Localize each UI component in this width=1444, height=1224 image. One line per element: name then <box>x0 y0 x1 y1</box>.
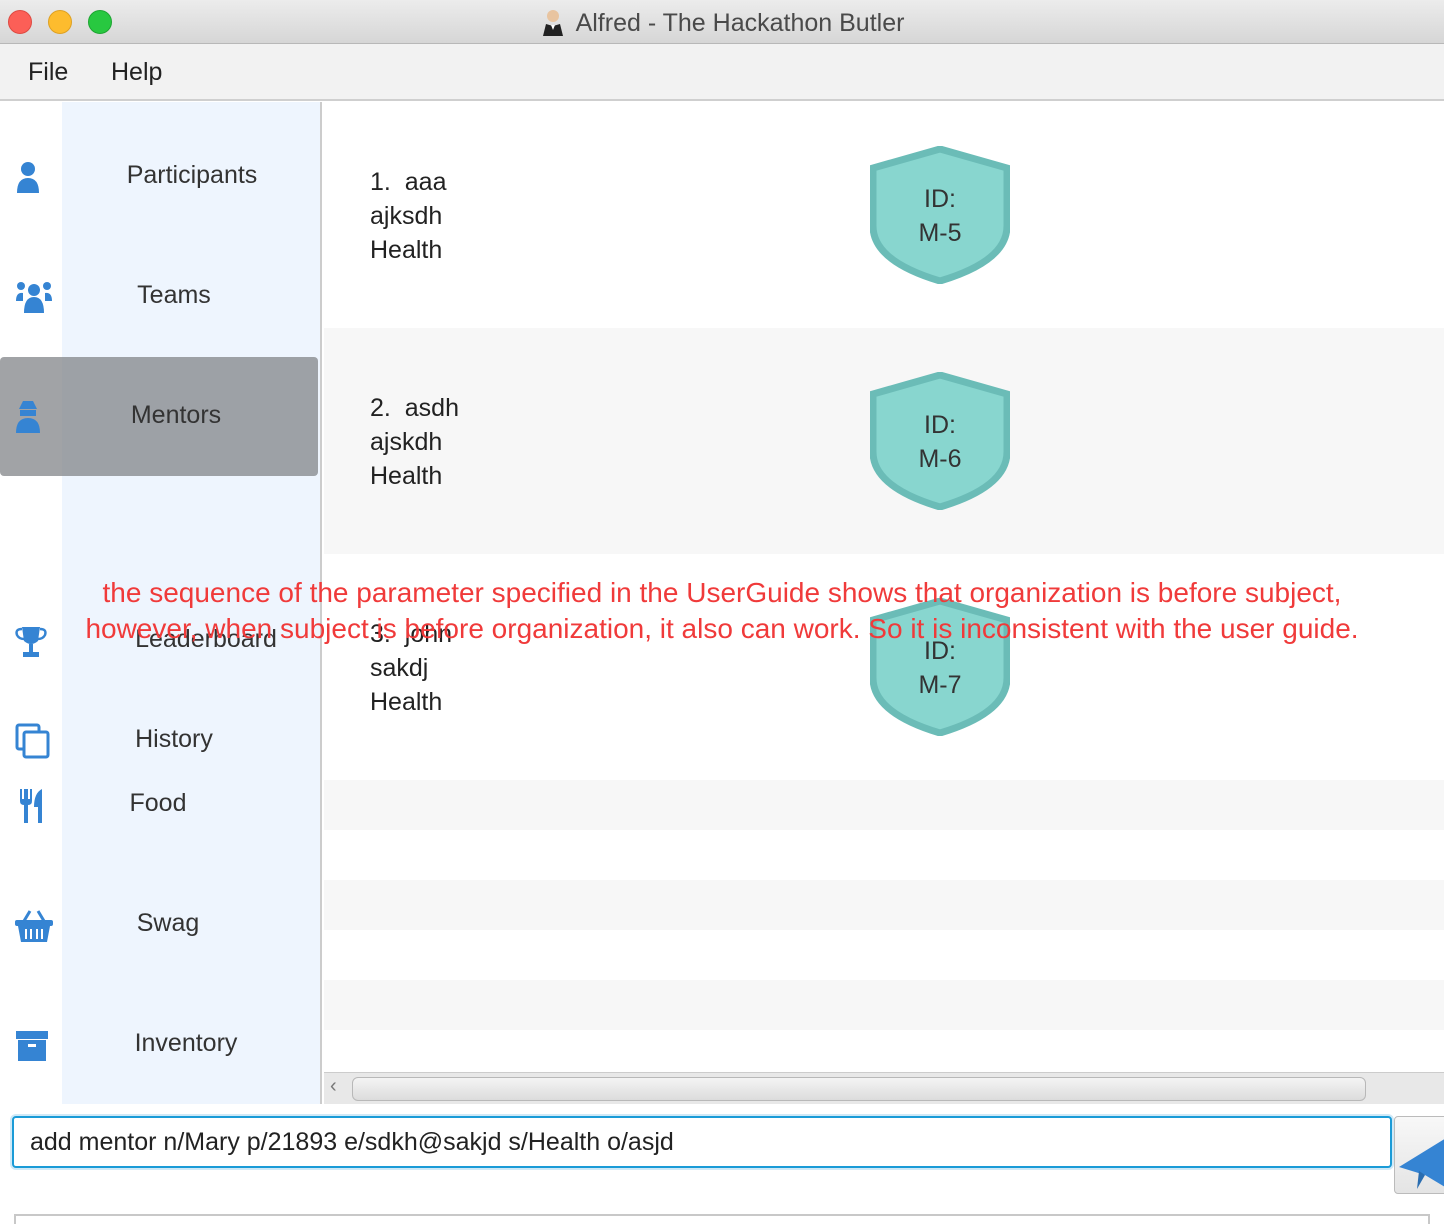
sidebar-item-label: Teams <box>137 281 211 309</box>
mentor-id-badge: ID: M-5 <box>869 145 1011 285</box>
sidebar-item-label: Swag <box>136 909 200 937</box>
annotation-line: the sequence of the parameter specified … <box>102 577 1342 608</box>
sidebar-item-label: Participants <box>126 161 258 189</box>
sidebar-item-label: Food <box>129 789 187 817</box>
sidebar-item-label: Mentors <box>130 401 222 429</box>
result-display <box>14 1214 1430 1224</box>
sidebar-item-label: History <box>135 725 213 753</box>
paper-plane-icon <box>1399 1139 1444 1189</box>
title-bar: Alfred - The Hackathon Butler <box>0 0 1444 44</box>
user-icon <box>17 162 39 193</box>
butler-logo-icon <box>542 10 563 36</box>
sidebar-item-participants[interactable]: Participants <box>0 157 318 197</box>
mentor-name: 1. aaa <box>370 168 447 196</box>
window-title: Alfred - The Hackathon Butler <box>0 8 1444 38</box>
scrollbar-thumb[interactable] <box>352 1077 1366 1101</box>
horizontal-scrollbar[interactable]: ‹ <box>324 1072 1444 1104</box>
mentor-card[interactable]: 1. aaa ajksdh Health ID: M-5 <box>324 102 1444 328</box>
mentor-name: 2. asdh <box>370 394 459 422</box>
sidebar-item-mentors[interactable]: Mentors <box>0 397 318 437</box>
menu-file[interactable]: File <box>28 58 68 87</box>
id-label: ID: <box>924 411 956 439</box>
menu-bar: File Help <box>0 44 1444 101</box>
send-button[interactable] <box>1394 1116 1444 1194</box>
mentor-id: M-5 <box>918 219 962 247</box>
sidebar-item-food[interactable]: Food <box>0 785 318 825</box>
sidebar-item-history[interactable]: History <box>0 721 318 761</box>
sidebar-item-teams[interactable]: Teams <box>0 277 318 317</box>
mentor-card[interactable]: 2. asdh ajskdh Health ID: M-6 <box>324 328 1444 554</box>
mentor-subject: Health <box>370 688 443 716</box>
mentor-subject: Health <box>370 462 443 490</box>
scroll-left-arrow-icon[interactable]: ‹ <box>330 1075 337 1098</box>
mentor-organization: ajksdh <box>370 202 443 230</box>
mentor-id: M-6 <box>918 445 962 473</box>
archive-icon <box>16 1031 48 1061</box>
mentor-id-badge: ID: M-6 <box>869 371 1011 511</box>
empty-row <box>324 880 1444 930</box>
mentor-subject: Health <box>370 236 443 264</box>
mentor-organization: ajskdh <box>370 428 443 456</box>
mentor-organization: sakdj <box>370 654 429 682</box>
mentor-details: 2. asdh ajskdh Health <box>370 391 459 493</box>
sidebar-item-inventory[interactable]: Inventory <box>0 1025 318 1065</box>
empty-row <box>324 780 1444 830</box>
window-title-text: Alfred - The Hackathon Butler <box>575 9 905 37</box>
command-input[interactable]: add mentor n/Mary p/21893 e/sdkh@sakjd s… <box>12 1116 1392 1168</box>
mentor-id: M-7 <box>918 671 962 699</box>
sidebar-item-swag[interactable]: Swag <box>0 905 318 945</box>
menu-help[interactable]: Help <box>111 58 162 87</box>
id-label: ID: <box>924 185 956 213</box>
annotation-line: however, when subject is before organiza… <box>85 613 1359 644</box>
sidebar-item-label: Inventory <box>134 1029 238 1057</box>
mentor-details: 1. aaa ajksdh Health <box>370 165 446 267</box>
empty-row <box>324 980 1444 1030</box>
